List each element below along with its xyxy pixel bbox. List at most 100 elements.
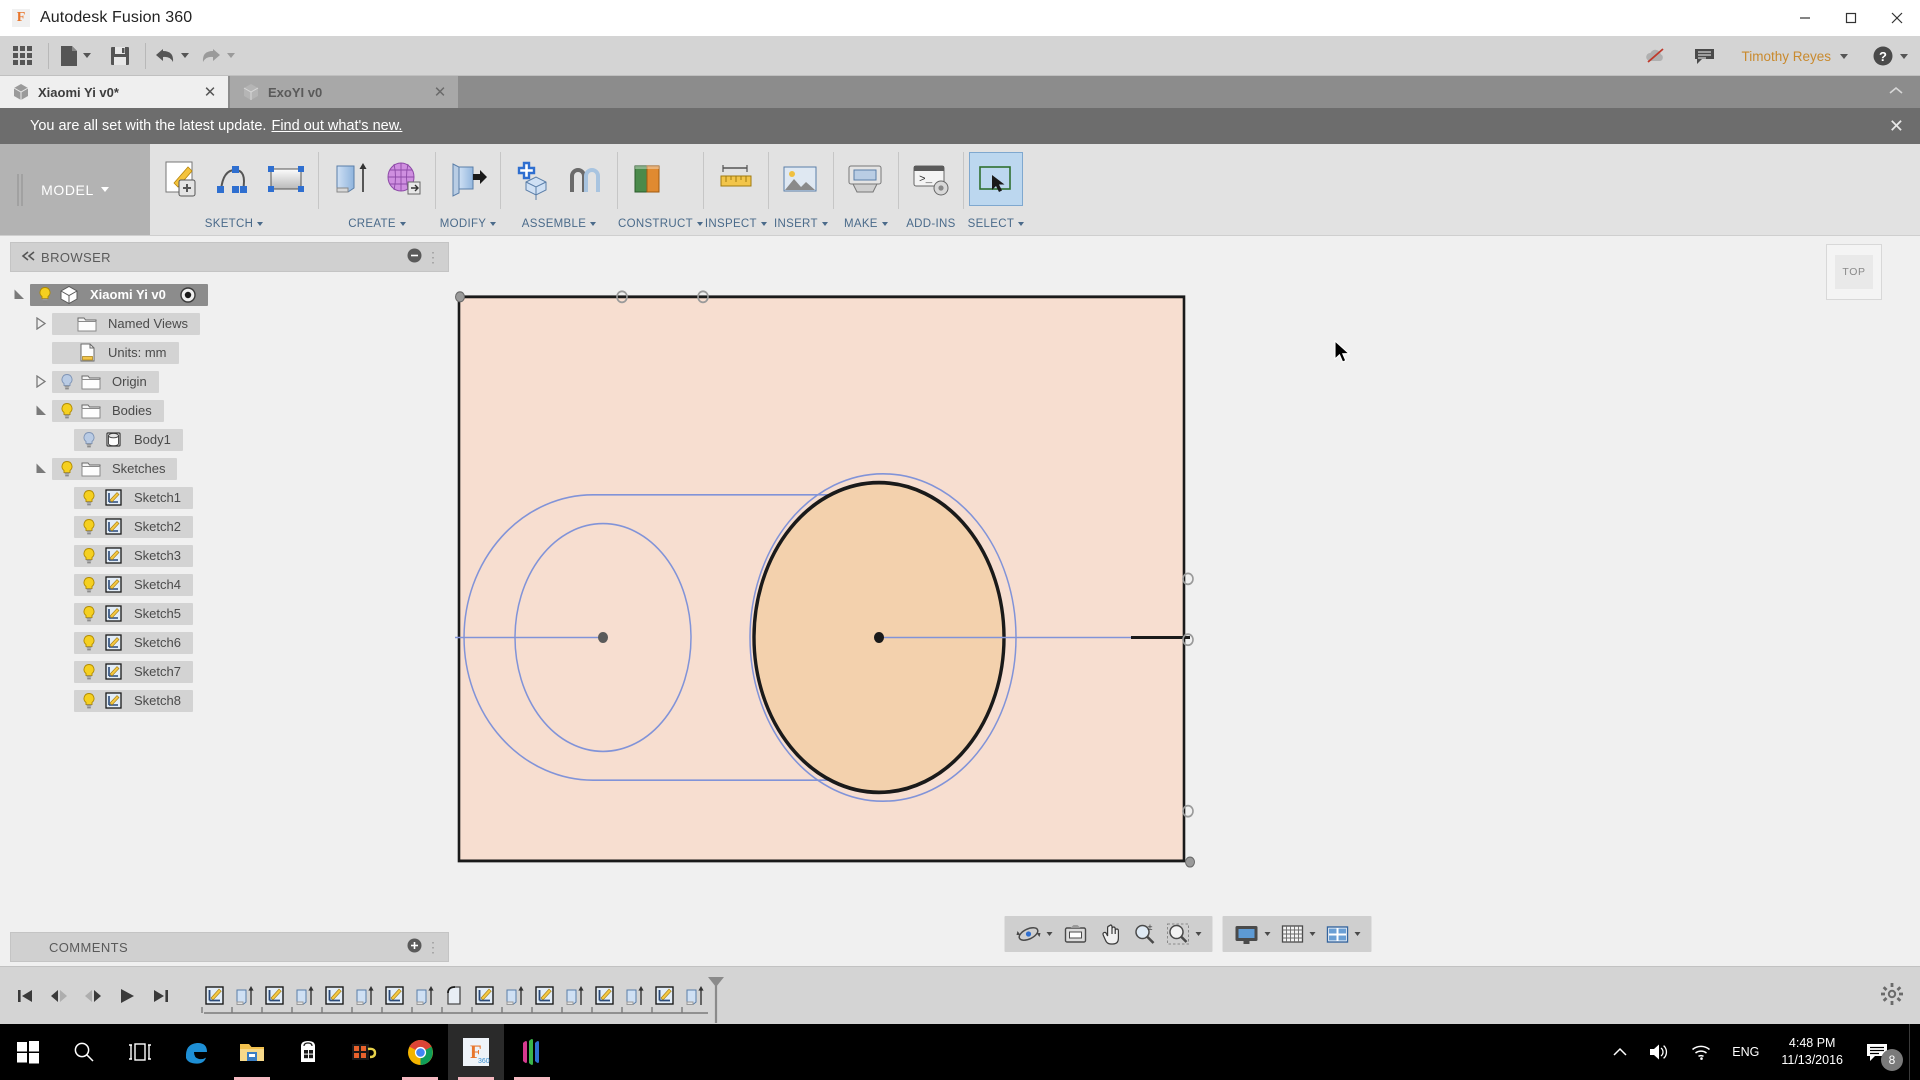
task-view-icon[interactable] bbox=[112, 1024, 168, 1080]
grid-snaps-icon[interactable] bbox=[1275, 918, 1320, 950]
wifi-icon[interactable] bbox=[1680, 1024, 1722, 1080]
comment-icon[interactable] bbox=[1681, 36, 1729, 76]
user-menu[interactable]: Timothy Reyes bbox=[1729, 36, 1860, 76]
file-explorer-icon[interactable] bbox=[224, 1024, 280, 1080]
browser-item-bodies[interactable]: Bodies bbox=[0, 396, 455, 425]
visibility-bulb-icon[interactable] bbox=[34, 286, 56, 304]
3d-print-icon[interactable] bbox=[840, 153, 892, 205]
pan-icon[interactable] bbox=[1093, 918, 1127, 950]
offset-plane-icon[interactable] bbox=[624, 153, 676, 205]
spline-icon[interactable] bbox=[208, 153, 260, 205]
ribbon-panel-label-sketch[interactable]: SKETCH bbox=[150, 213, 318, 235]
panel-caret-icon[interactable] bbox=[760, 222, 767, 226]
plus-circle-icon[interactable] bbox=[407, 938, 422, 956]
store-icon[interactable] bbox=[280, 1024, 336, 1080]
visibility-bulb-icon[interactable] bbox=[56, 373, 78, 391]
collapse-left-icon[interactable] bbox=[21, 250, 37, 264]
browser-item-sketch5[interactable]: Sketch5 bbox=[0, 599, 455, 628]
search-icon[interactable] bbox=[56, 1024, 112, 1080]
scripts-addins-icon[interactable]: >_ bbox=[905, 153, 957, 205]
action-center-button[interactable]: 8 bbox=[1855, 1024, 1909, 1080]
step-back-icon[interactable] bbox=[46, 981, 72, 1011]
insert-canvas-icon[interactable] bbox=[775, 153, 827, 205]
orbit-icon[interactable] bbox=[1010, 918, 1057, 950]
browser-item-units-mm[interactable]: Units: mm bbox=[0, 338, 455, 367]
browser-item-chip[interactable]: Xiaomi Yi v0 bbox=[30, 283, 208, 306]
chrome-icon[interactable] bbox=[392, 1024, 448, 1080]
close-button[interactable] bbox=[1874, 0, 1920, 36]
mesh-icon[interactable] bbox=[377, 153, 429, 205]
browser-item-origin[interactable]: Origin bbox=[0, 367, 455, 396]
panel-caret-icon[interactable] bbox=[1018, 222, 1025, 226]
ribbon-panel-label-construct[interactable]: CONSTRUCT bbox=[618, 213, 703, 235]
panel-caret-icon[interactable] bbox=[881, 222, 888, 226]
view-cube[interactable]: TOP bbox=[1826, 244, 1882, 300]
panel-caret-icon[interactable] bbox=[490, 222, 497, 226]
view-cube-top-face[interactable]: TOP bbox=[1835, 255, 1873, 289]
clock[interactable]: 4:48 PM 11/13/2016 bbox=[1769, 1024, 1855, 1080]
display-settings-caret-icon[interactable] bbox=[1264, 932, 1270, 936]
notification-close-icon[interactable]: ✕ bbox=[1889, 116, 1904, 137]
joint-icon[interactable] bbox=[559, 153, 611, 205]
browser-item-chip[interactable]: Sketch2 bbox=[74, 515, 193, 538]
ribbon-panel-label-select[interactable]: SELECT bbox=[964, 213, 1028, 235]
user-menu-caret-icon[interactable] bbox=[1840, 53, 1848, 59]
movie-maker-icon[interactable] bbox=[336, 1024, 392, 1080]
ribbon-panel-label-make[interactable]: MAKE bbox=[834, 213, 898, 235]
ribbon-panel-label-assemble[interactable]: ASSEMBLE bbox=[501, 213, 617, 235]
browser-item-chip[interactable]: Units: mm bbox=[52, 341, 179, 364]
look-at-icon[interactable] bbox=[1057, 918, 1093, 950]
visibility-bulb-icon[interactable] bbox=[78, 431, 100, 449]
browser-item-chip[interactable]: Body1 bbox=[74, 428, 183, 451]
tree-expander-collapsed-icon[interactable] bbox=[30, 317, 52, 330]
viewports-caret-icon[interactable] bbox=[1354, 932, 1360, 936]
browser-item-sketch1[interactable]: Sketch1 bbox=[0, 483, 455, 512]
browser-item-sketch8[interactable]: Sketch8 bbox=[0, 686, 455, 715]
skip-to-end-icon[interactable] bbox=[148, 981, 174, 1011]
document-tab-exoyi[interactable]: ExoYI v0 ✕ bbox=[230, 76, 458, 108]
browser-item-named-views[interactable]: Named Views bbox=[0, 309, 455, 338]
ribbon-panel-label-create[interactable]: CREATE bbox=[319, 213, 435, 235]
browser-item-sketch3[interactable]: Sketch3 bbox=[0, 541, 455, 570]
cloud-offline-icon[interactable] bbox=[1631, 36, 1681, 76]
tree-expander-collapsed-icon[interactable] bbox=[30, 375, 52, 388]
viewports-icon[interactable] bbox=[1320, 918, 1365, 950]
comments-header[interactable]: COMMENTS ⋮ bbox=[10, 932, 449, 962]
browser-item-sketch6[interactable]: Sketch6 bbox=[0, 628, 455, 657]
browser-item-sketch2[interactable]: Sketch2 bbox=[0, 512, 455, 541]
new-document-icon[interactable] bbox=[51, 36, 97, 76]
skip-to-start-icon[interactable] bbox=[12, 981, 38, 1011]
ribbon-panel-label-modify[interactable]: MODIFY bbox=[436, 213, 500, 235]
app-grid-icon[interactable] bbox=[0, 36, 46, 76]
tree-expander-expanded-icon[interactable] bbox=[30, 462, 52, 475]
browser-item-chip[interactable]: Origin bbox=[52, 370, 159, 393]
browser-item-chip[interactable]: Sketch5 bbox=[74, 602, 193, 625]
document-tab-close-icon[interactable]: ✕ bbox=[200, 83, 220, 101]
measure-icon[interactable] bbox=[710, 153, 762, 205]
timeline-settings-gear-icon[interactable] bbox=[1880, 982, 1904, 1009]
ribbon-panel-label-inspect[interactable]: INSPECT bbox=[704, 213, 768, 235]
visibility-bulb-icon[interactable] bbox=[78, 547, 100, 565]
undo-caret-icon[interactable] bbox=[180, 53, 189, 58]
speaker-icon[interactable] bbox=[1638, 1024, 1680, 1080]
show-desktop-button[interactable] bbox=[1909, 1024, 1916, 1080]
3d-canvas[interactable]: TOP ± bbox=[455, 236, 1920, 966]
notification-link[interactable]: Find out what's new. bbox=[271, 118, 402, 134]
grid-snaps-caret-icon[interactable] bbox=[1309, 932, 1315, 936]
visibility-bulb-icon[interactable] bbox=[78, 489, 100, 507]
browser-item-chip[interactable]: Sketch7 bbox=[74, 660, 193, 683]
zoom-icon[interactable]: ± bbox=[1127, 918, 1161, 950]
browser-item-chip[interactable]: Bodies bbox=[52, 399, 164, 422]
zoom-window-caret-icon[interactable] bbox=[1195, 932, 1201, 936]
workspace-caret-icon[interactable] bbox=[100, 187, 109, 192]
start-button[interactable] bbox=[0, 1024, 56, 1080]
comments-resize-grip-icon[interactable]: ⋮ bbox=[426, 939, 440, 956]
maximize-button[interactable] bbox=[1828, 0, 1874, 36]
select-window-icon[interactable] bbox=[968, 151, 1023, 206]
visibility-bulb-icon[interactable] bbox=[78, 605, 100, 623]
ribbon-panel-label-addins[interactable]: ADD-INS bbox=[899, 213, 963, 235]
document-tab-close-icon[interactable]: ✕ bbox=[430, 83, 450, 101]
workspace-selector[interactable]: MODEL bbox=[0, 144, 150, 235]
browser-item-chip[interactable]: Sketch8 bbox=[74, 689, 193, 712]
new-document-caret-icon[interactable] bbox=[82, 53, 91, 58]
